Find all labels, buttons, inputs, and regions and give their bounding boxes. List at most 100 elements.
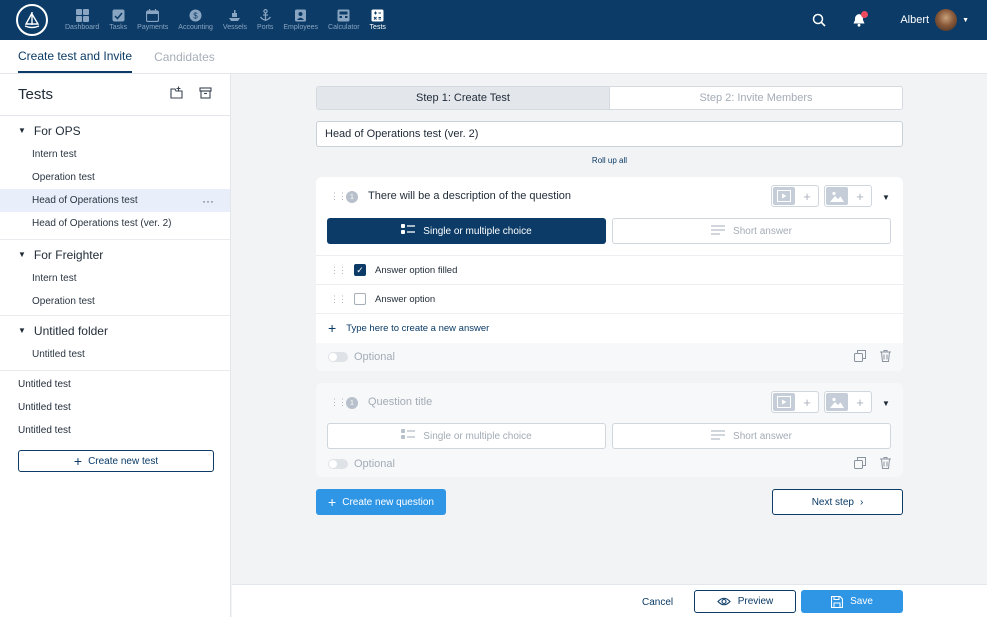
test-item[interactable]: Head of Operations test (ver. 2) — [0, 212, 230, 235]
page-tabs: Create test and Invite Candidates — [0, 40, 987, 74]
drag-handle-icon[interactable]: ⋮⋮ — [330, 294, 347, 305]
single-multiple-choice-button[interactable]: Single or multiple choice — [327, 218, 606, 244]
search-icon[interactable] — [812, 13, 826, 27]
cancel-button[interactable]: Cancel — [642, 597, 673, 608]
sidebar-title: Tests — [18, 86, 54, 103]
nav-accounting[interactable]: $ Accounting — [173, 0, 218, 40]
answer-text[interactable]: Answer option filled — [375, 265, 457, 276]
copy-icon[interactable] — [854, 457, 866, 472]
short-answer-button[interactable]: Short answer — [612, 218, 891, 244]
question-card: ⋮⋮ 1 There will be a description of the … — [316, 177, 903, 371]
folder-name: For OPS — [33, 123, 81, 138]
test-item[interactable]: Untitled test — [0, 373, 230, 396]
step-switcher: Step 1: Create Test Step 2: Invite Membe… — [316, 86, 903, 110]
add-video-button[interactable]: + — [771, 391, 819, 413]
test-title-input[interactable] — [316, 121, 903, 147]
chevron-down-icon[interactable]: ▼ — [962, 17, 969, 24]
archive-icon[interactable] — [199, 86, 212, 104]
loose-tests: Untitled test Untitled test Untitled tes… — [0, 370, 230, 442]
nav-ports[interactable]: Ports — [252, 0, 278, 40]
test-item[interactable]: Operation test — [0, 166, 230, 189]
question-title-placeholder[interactable]: Question title — [368, 396, 432, 408]
tests-sidebar: Tests ▼ For OPS Intern test Operation tes… — [0, 74, 231, 617]
caret-down-icon: ▼ — [18, 250, 26, 259]
nav-vessels[interactable]: Vessels — [218, 0, 252, 40]
drag-handle-icon[interactable]: ⋮⋮ — [330, 265, 347, 276]
question-title[interactable]: There will be a description of the quest… — [368, 190, 571, 202]
single-multiple-choice-button[interactable]: Single or multiple choice — [327, 423, 606, 449]
roll-up-all-link[interactable]: Roll up all — [316, 156, 903, 165]
add-answer-row[interactable]: + Type here to create a new answer — [316, 313, 903, 342]
collapse-caret-icon[interactable]: ▼ — [882, 399, 890, 408]
test-item[interactable]: Operation test — [0, 290, 230, 313]
create-test-label: Create new test — [88, 455, 159, 467]
tab-candidates[interactable]: Candidates — [154, 40, 215, 73]
create-new-test-button[interactable]: + Create new test — [18, 450, 214, 472]
trash-icon[interactable] — [880, 350, 891, 365]
checkbox-unchecked[interactable] — [354, 293, 366, 305]
add-image-button[interactable]: + — [824, 391, 872, 413]
topbar-right: Albert ▼ — [812, 0, 987, 40]
next-step-label: Next step — [811, 496, 854, 508]
optional-label: Optional — [354, 458, 395, 470]
drag-handle-icon[interactable]: ⋮⋮ — [330, 191, 347, 202]
trash-icon[interactable] — [880, 457, 891, 472]
avatar[interactable] — [935, 9, 958, 31]
bell-icon[interactable] — [852, 11, 869, 27]
plus-icon: + — [856, 188, 864, 204]
nav-employees[interactable]: Employees — [278, 0, 323, 40]
copy-icon[interactable] — [854, 350, 866, 365]
new-folder-icon[interactable] — [170, 86, 185, 104]
nav-tests[interactable]: Tests — [365, 0, 391, 40]
step-invite-members[interactable]: Step 2: Invite Members — [610, 87, 902, 109]
question-card: ⋮⋮ 1 Question title + + ▼ Single or mult… — [316, 383, 903, 477]
next-step-button[interactable]: Next step › — [772, 489, 903, 515]
user-name[interactable]: Albert — [900, 14, 929, 26]
folder-header[interactable]: ▼ Untitled folder — [0, 318, 230, 343]
preview-button[interactable]: Preview — [694, 590, 796, 613]
plus-icon: + — [803, 394, 811, 410]
add-video-button[interactable]: + — [771, 185, 819, 207]
preview-label: Preview — [737, 596, 774, 607]
short-answer-button[interactable]: Short answer — [612, 423, 891, 449]
nav-tasks[interactable]: Tasks — [104, 0, 132, 40]
chevron-right-icon: › — [859, 496, 864, 508]
nav-dashboard[interactable]: Dashboard — [60, 0, 104, 40]
ship-logo-icon[interactable] — [16, 4, 48, 36]
checkbox-icon — [111, 9, 125, 22]
nav-label: Employees — [283, 24, 319, 31]
calendar-icon — [146, 9, 160, 22]
optional-toggle[interactable]: Optional — [328, 351, 395, 363]
more-options-icon[interactable]: ··· — [202, 194, 214, 208]
folder-header[interactable]: ▼ For OPS — [0, 118, 230, 143]
checkbox-checked[interactable]: ✓ — [354, 264, 366, 276]
test-item[interactable]: Intern test — [0, 143, 230, 166]
video-icon — [773, 187, 795, 205]
test-item[interactable]: Untitled test — [0, 396, 230, 419]
test-item[interactable]: Intern test — [0, 267, 230, 290]
add-image-button[interactable]: + — [824, 185, 872, 207]
type-label: Single or multiple choice — [423, 430, 532, 442]
save-button[interactable]: Save — [801, 590, 903, 613]
test-item[interactable]: Untitled test — [0, 419, 230, 442]
create-new-question-button[interactable]: + Create new question — [316, 489, 446, 515]
step-create-test[interactable]: Step 1: Create Test — [317, 87, 610, 109]
type-label: Short answer — [733, 225, 792, 237]
test-item-selected[interactable]: Head of Operations test ··· — [0, 189, 230, 212]
question-footer: Optional — [316, 343, 903, 371]
type-label: Short answer — [733, 430, 792, 442]
action-bar: Cancel Preview Save — [232, 584, 987, 617]
drag-handle-icon[interactable]: ⋮⋮ — [330, 397, 347, 408]
test-item[interactable]: Untitled test — [0, 343, 230, 366]
nav-label: Dashboard — [65, 24, 100, 31]
optional-toggle[interactable]: Optional — [328, 458, 395, 470]
nav-label: Payments — [137, 24, 169, 31]
tab-create-test-and-invite[interactable]: Create test and Invite — [18, 40, 133, 73]
nav-calculator[interactable]: Calculator — [323, 0, 365, 40]
nav-payments[interactable]: Payments — [132, 0, 173, 40]
folder-header[interactable]: ▼ For Freighter — [0, 242, 230, 267]
collapse-caret-icon[interactable]: ▼ — [882, 193, 890, 202]
nav-label: Calculator — [328, 24, 360, 31]
plus-icon: + — [856, 394, 864, 410]
answer-text[interactable]: Answer option — [375, 294, 435, 305]
